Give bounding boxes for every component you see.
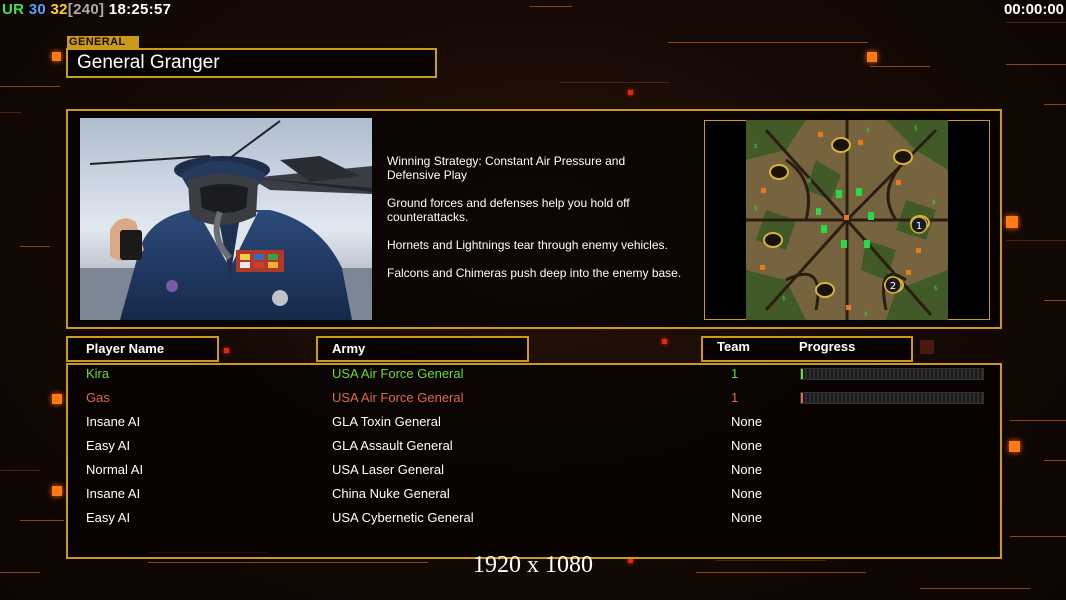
header-player-name: Player Name — [66, 336, 219, 362]
table-row[interactable]: Insane AI China Nuke General None — [86, 485, 986, 509]
winning-strategy-text: Winning Strategy: Constant Air Pressure … — [387, 154, 697, 294]
svg-text:$: $ — [932, 199, 936, 206]
general-name: General Granger — [66, 48, 437, 78]
table-row[interactable]: Easy AI GLA Assault General None — [86, 437, 986, 461]
player-name: Normal AI — [86, 462, 144, 477]
table-row[interactable]: Insane AI GLA Toxin General None — [86, 413, 986, 437]
strategy-line: Hornets and Lightnings tear through enem… — [387, 238, 668, 252]
system-clock: 18:25:57 — [108, 1, 172, 18]
player-team: None — [731, 414, 763, 429]
player-army: GLA Assault General — [332, 438, 453, 453]
strategy-line: Ground forces and defenses help you hold… — [387, 196, 630, 224]
svg-text:$: $ — [866, 127, 870, 134]
table-row[interactable]: Kira USA Air Force General 1 — [86, 365, 986, 389]
progress-fill — [801, 369, 803, 379]
player-army: USA Air Force General — [332, 366, 464, 381]
svg-text:$: $ — [808, 177, 812, 184]
player-name: Insane AI — [86, 414, 141, 429]
svg-text:$: $ — [934, 285, 938, 292]
progress-bar — [800, 392, 984, 404]
player-team: None — [731, 462, 763, 477]
resolution-label: 1920 x 1080 — [473, 552, 593, 578]
hud-value-c: [240] — [67, 1, 105, 18]
player-team: None — [731, 510, 763, 525]
hud-value-a: 30 — [28, 1, 47, 18]
strategy-line: Winning Strategy: Constant Air Pressure … — [387, 154, 626, 182]
header-army-label: Army — [332, 341, 366, 356]
svg-text:$: $ — [864, 311, 868, 318]
player-team: None — [731, 486, 763, 501]
strategy-line: Falcons and Chimeras push deep into the … — [387, 266, 682, 280]
player-name: Kira — [86, 366, 110, 381]
player-name: Easy AI — [86, 510, 131, 525]
header-team-label: Team — [717, 339, 750, 354]
player-army: USA Cybernetic General — [332, 510, 474, 525]
hud-value-b: 32 — [50, 1, 68, 18]
header-progress-label: Progress — [799, 339, 856, 354]
minimap-player-marker: 1 — [916, 221, 922, 232]
table-row[interactable]: Easy AI USA Cybernetic General None — [86, 509, 986, 533]
progress-bar — [800, 368, 984, 380]
hud-ur-label: UR — [2, 1, 25, 18]
minimap: $ $ $ $ $ $ $ $ $ 1 2 — [746, 120, 948, 320]
fps-counter: UR 30 32[240] 18:25:57 — [2, 1, 171, 18]
player-army: GLA Toxin General — [332, 414, 441, 429]
player-team: None — [731, 438, 763, 453]
svg-text:$: $ — [754, 205, 758, 212]
progress-fill — [801, 393, 803, 403]
player-team: 1 — [731, 366, 739, 381]
player-army: USA Laser General — [332, 462, 445, 477]
general-portrait — [80, 118, 372, 320]
player-name: Easy AI — [86, 438, 131, 453]
player-team: 1 — [731, 390, 739, 405]
header-team-progress: Team Progress — [701, 336, 913, 362]
table-row[interactable]: Gas USA Air Force General 1 — [86, 389, 986, 413]
svg-text:$: $ — [914, 125, 918, 132]
table-row[interactable]: Normal AI USA Laser General None — [86, 461, 986, 485]
game-timer: 00:00:00 — [1003, 1, 1064, 18]
svg-text:$: $ — [754, 143, 758, 150]
player-army: USA Air Force General — [332, 390, 464, 405]
player-name: Gas — [86, 390, 110, 405]
header-army: Army — [316, 336, 529, 362]
svg-text:$: $ — [782, 295, 786, 302]
player-name: Insane AI — [86, 486, 141, 501]
player-army: China Nuke General — [332, 486, 450, 501]
header-player-name-label: Player Name — [86, 341, 165, 356]
minimap-player-marker: 2 — [890, 281, 896, 292]
